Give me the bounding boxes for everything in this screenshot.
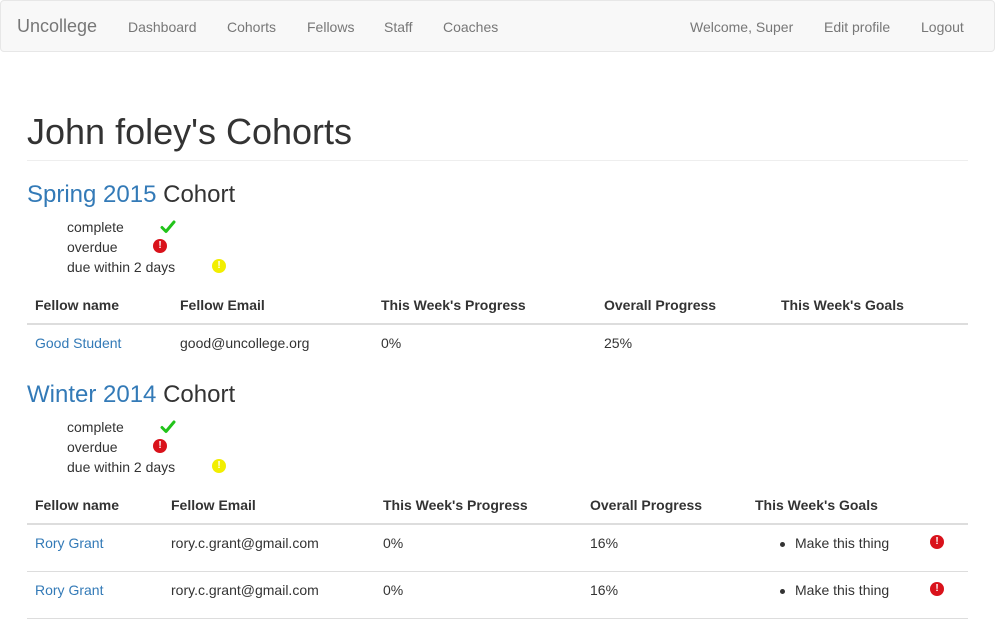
- bullet-icon: [780, 589, 785, 594]
- bullet-icon: [780, 542, 785, 547]
- nav-fellows[interactable]: Fellows: [307, 19, 354, 35]
- fellow-name-link[interactable]: Good Student: [35, 335, 121, 351]
- row-divider: [27, 571, 968, 572]
- col-header-week-progress: This Week's Progress: [381, 297, 526, 313]
- cohort-suffix: Cohort: [163, 181, 236, 208]
- fellow-name-link[interactable]: Rory Grant: [35, 535, 103, 551]
- row-divider: [27, 618, 968, 619]
- cohort-link-spring-2015[interactable]: Spring 2015: [27, 181, 156, 208]
- col-header-fellow-email: Fellow Email: [171, 497, 256, 513]
- navbar: Uncollege Dashboard Cohorts Fellows Staf…: [0, 0, 995, 52]
- table-header-divider: [27, 523, 968, 525]
- col-header-fellow-name: Fellow name: [35, 497, 120, 513]
- legend-overdue-label: overdue: [67, 239, 118, 255]
- cohort-title-winter-2014: Winter 2014 Cohort: [27, 381, 235, 409]
- brand-link[interactable]: Uncollege: [17, 16, 97, 37]
- week-progress: 0%: [381, 335, 402, 351]
- legend-complete-label: complete: [67, 419, 124, 435]
- overall-progress: 16%: [590, 535, 619, 551]
- due-soon-icon: !: [212, 459, 226, 473]
- col-header-week-progress: This Week's Progress: [383, 497, 528, 513]
- fellow-email: rory.c.grant@gmail.com: [171, 582, 319, 598]
- welcome-user-link[interactable]: Welcome, Super: [690, 19, 793, 35]
- overdue-icon: !: [153, 239, 167, 253]
- title-divider: [27, 160, 968, 161]
- nav-coaches[interactable]: Coaches: [443, 19, 498, 35]
- check-icon: [160, 420, 176, 433]
- fellow-name-link[interactable]: Rory Grant: [35, 582, 103, 598]
- overdue-icon: !: [930, 582, 944, 596]
- col-header-fellow-name: Fellow name: [35, 297, 120, 313]
- logout-link[interactable]: Logout: [921, 19, 964, 35]
- legend-complete-label: complete: [67, 219, 124, 235]
- overall-progress: 16%: [590, 582, 619, 598]
- overdue-icon: !: [153, 439, 167, 453]
- cohort-suffix: Cohort: [163, 381, 236, 408]
- fellow-email: rory.c.grant@gmail.com: [171, 535, 319, 551]
- col-header-overall-progress: Overall Progress: [590, 497, 703, 513]
- table-header-divider: [27, 323, 968, 325]
- col-header-week-goals: This Week's Goals: [781, 297, 904, 313]
- fellow-email: good@uncollege.org: [180, 335, 310, 351]
- goal-item: Make this thing: [795, 535, 890, 551]
- goal-item: Make this thing: [795, 582, 890, 598]
- nav-dashboard[interactable]: Dashboard: [128, 19, 197, 35]
- col-header-overall-progress: Overall Progress: [604, 297, 717, 313]
- overdue-icon: !: [930, 535, 944, 549]
- legend-due-soon-label: due within 2 days: [67, 259, 176, 275]
- legend-overdue-label: overdue: [67, 439, 118, 455]
- col-header-fellow-email: Fellow Email: [180, 297, 265, 313]
- nav-staff[interactable]: Staff: [384, 19, 413, 35]
- nav-cohorts[interactable]: Cohorts: [227, 19, 276, 35]
- week-progress: 0%: [383, 582, 404, 598]
- legend-due-soon-label: due within 2 days: [67, 459, 176, 475]
- page-title: John foley's Cohorts: [27, 111, 353, 152]
- cohort-link-winter-2014[interactable]: Winter 2014: [27, 381, 156, 408]
- week-progress: 0%: [383, 535, 404, 551]
- overall-progress: 25%: [604, 335, 633, 351]
- check-icon: [160, 220, 176, 233]
- edit-profile-link[interactable]: Edit profile: [824, 19, 890, 35]
- cohort-title-spring-2015: Spring 2015 Cohort: [27, 181, 235, 209]
- due-soon-icon: !: [212, 259, 226, 273]
- col-header-week-goals: This Week's Goals: [755, 497, 878, 513]
